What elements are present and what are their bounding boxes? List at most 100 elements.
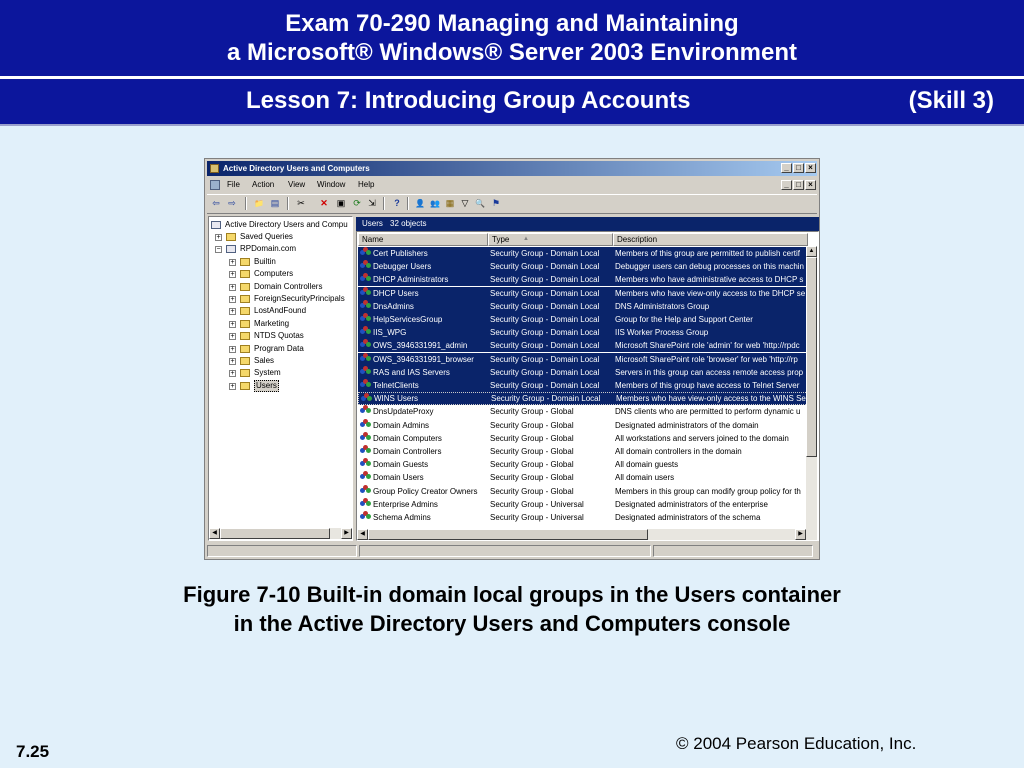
table-row[interactable]: Domain Controllers Security Group - Globa… <box>358 445 808 458</box>
cell-type: Security Group - Global <box>490 486 574 496</box>
expand-icon[interactable]: + <box>229 370 236 378</box>
cell-description: Members who have view-only access to the… <box>615 288 806 298</box>
toolbar-separator <box>245 197 247 210</box>
expand-icon[interactable]: + <box>229 308 236 316</box>
menu-view[interactable]: View <box>288 180 305 189</box>
table-row[interactable]: WINS Users Security Group - Domain Local M… <box>358 392 808 406</box>
table-row[interactable]: DnsAdmins Security Group - Domain Local DN… <box>358 299 808 313</box>
tree-item-label: Saved Queries <box>240 232 293 241</box>
menu-file[interactable]: File <box>227 180 240 189</box>
table-row[interactable]: Enterprise Admins Security Group - Univer… <box>358 497 808 511</box>
collapse-icon[interactable]: − <box>215 246 222 254</box>
table-row[interactable]: Debugger Users Security Group - Domain Lo… <box>358 260 808 274</box>
mmc-document-icon[interactable] <box>210 180 220 190</box>
column-header-name[interactable]: Name <box>358 233 488 246</box>
delete-icon[interactable]: ✕ <box>318 198 330 209</box>
doc-minimize-button[interactable]: _ <box>781 180 792 190</box>
cell-type: Security Group - Domain Local <box>490 367 600 377</box>
table-row[interactable]: Domain Users Security Group - Global All d… <box>358 471 808 484</box>
tree-item-label: ForeignSecurityPrincipals <box>254 294 345 303</box>
table-row[interactable]: Cert Publishers Security Group - Domain L… <box>358 247 808 260</box>
expand-icon[interactable]: + <box>229 345 236 353</box>
find-icon[interactable]: 🔍 <box>474 198 486 209</box>
expand-icon[interactable]: + <box>229 382 236 390</box>
table-row[interactable]: DHCP Administrators Security Group - Doma… <box>358 273 808 287</box>
new-ou-icon[interactable]: ▦ <box>444 198 456 209</box>
slide-title-banner: Exam 70-290 Managing and Maintaining a M… <box>0 0 1024 76</box>
cell-name: OWS_3946331991_browser <box>373 354 474 364</box>
scroll-thumb[interactable] <box>220 528 330 539</box>
expand-icon[interactable]: + <box>229 258 236 266</box>
back-icon[interactable]: ⇦ <box>210 198 222 209</box>
table-row[interactable]: HelpServicesGroup Security Group - Domain… <box>358 313 808 326</box>
table-row[interactable]: Domain Admins Security Group - Global Desi… <box>358 418 808 432</box>
list-horizontal-scrollbar[interactable]: ◀ ▶ <box>357 529 817 540</box>
expand-icon[interactable]: + <box>229 320 236 328</box>
cell-type: Security Group - Global <box>490 460 574 470</box>
show-hide-tree-icon[interactable]: ▤ <box>269 198 281 209</box>
maximize-button[interactable]: □ <box>793 163 804 173</box>
tree-horizontal-scrollbar[interactable]: ◀ ▶ <box>209 528 352 539</box>
vertical-scroll-thumb[interactable] <box>806 257 817 457</box>
scroll-right-icon[interactable]: ▶ <box>341 528 352 539</box>
table-row[interactable]: OWS_3946331991_browser Security Group - D… <box>358 352 808 366</box>
properties-icon[interactable]: ▣ <box>335 198 347 209</box>
refresh-icon[interactable]: ⟳ <box>351 198 363 209</box>
close-button[interactable]: × <box>805 163 816 173</box>
table-row[interactable]: TelnetClients Security Group - Domain Loc… <box>358 379 808 392</box>
table-row[interactable]: Domain Computers Security Group - Global A… <box>358 431 808 445</box>
expand-icon[interactable]: + <box>215 234 222 241</box>
forward-icon[interactable]: ⇨ <box>226 198 238 209</box>
filter-icon[interactable]: ▽ <box>459 198 471 209</box>
expand-icon[interactable]: + <box>229 333 236 341</box>
scroll-left-icon[interactable]: ◀ <box>357 529 368 540</box>
table-row[interactable]: Group Policy Creator Owners Security Grou… <box>358 484 808 498</box>
list-vertical-scrollbar[interactable]: ▲ ▼ <box>806 246 817 540</box>
new-group-icon[interactable]: 👥 <box>429 198 441 209</box>
cell-type: Security Group - Domain Local <box>490 328 600 338</box>
table-row[interactable]: Schema Admins Security Group - Universal D… <box>358 511 808 524</box>
cell-type: Security Group - Domain Local <box>490 315 600 324</box>
table-row[interactable]: RAS and IAS Servers Security Group - Doma… <box>358 365 808 379</box>
menu-window[interactable]: Window <box>317 180 345 189</box>
console-tree[interactable]: Active Directory Users and Compu + Saved … <box>208 216 353 541</box>
scroll-left-icon[interactable]: ◀ <box>209 528 220 539</box>
window-titlebar[interactable]: Active Directory Users and Computers _ □… <box>207 161 817 176</box>
cell-type: Security Group - Domain Local <box>490 354 600 364</box>
copyright-notice: © 2004 Pearson Education, Inc. <box>676 734 917 753</box>
export-icon[interactable]: ⇲ <box>366 198 378 209</box>
caption-line1: Figure 7-10 Built-in domain local groups… <box>183 582 841 607</box>
details-list[interactable]: Name Type ▲ Description Cert Publishers S… <box>356 231 819 541</box>
table-row[interactable]: OWS_3946331991_admin Security Group - Dom… <box>358 339 808 353</box>
cell-name: Domain Users <box>373 473 424 483</box>
folder-icon <box>240 369 250 378</box>
expand-icon[interactable]: + <box>229 358 236 365</box>
table-row[interactable]: DHCP Users Security Group - Domain Local M… <box>358 286 808 300</box>
up-folder-icon[interactable]: 📁 <box>253 198 265 209</box>
column-header-type[interactable]: Type ▲ <box>488 233 613 246</box>
cell-name: Enterprise Admins <box>373 499 438 509</box>
new-user-icon[interactable]: 👤 <box>414 198 426 209</box>
folder-icon <box>240 282 250 291</box>
minimize-button[interactable]: _ <box>781 163 792 173</box>
table-row[interactable]: Domain Guests Security Group - Global All … <box>358 458 808 471</box>
doc-restore-button[interactable]: □ <box>793 180 804 190</box>
scroll-up-icon[interactable]: ▲ <box>806 246 817 257</box>
menu-help[interactable]: Help <box>358 180 374 189</box>
table-row[interactable]: DnsUpdateProxy Security Group - Global DNS… <box>358 405 808 418</box>
list-scroll-thumb[interactable] <box>368 529 648 540</box>
add-to-group-icon[interactable]: ⚑ <box>490 198 502 209</box>
cell-description: Designated administrators of the domain <box>615 420 759 430</box>
aduc-window: Active Directory Users and Computers _ □… <box>204 158 820 560</box>
doc-close-button[interactable]: × <box>805 180 816 190</box>
help-icon[interactable]: ? <box>391 198 403 209</box>
expand-icon[interactable]: + <box>229 271 236 279</box>
cut-icon[interactable]: ✂ <box>295 198 307 209</box>
scroll-right-icon[interactable]: ▶ <box>795 529 806 540</box>
column-header-description[interactable]: Description <box>613 233 808 246</box>
menu-action[interactable]: Action <box>252 180 274 189</box>
table-row[interactable]: IIS_WPG Security Group - Domain Local IIS … <box>358 326 808 340</box>
expand-icon[interactable]: + <box>229 296 236 303</box>
expand-icon[interactable]: + <box>229 283 236 291</box>
cell-name: Domain Controllers <box>373 447 442 456</box>
